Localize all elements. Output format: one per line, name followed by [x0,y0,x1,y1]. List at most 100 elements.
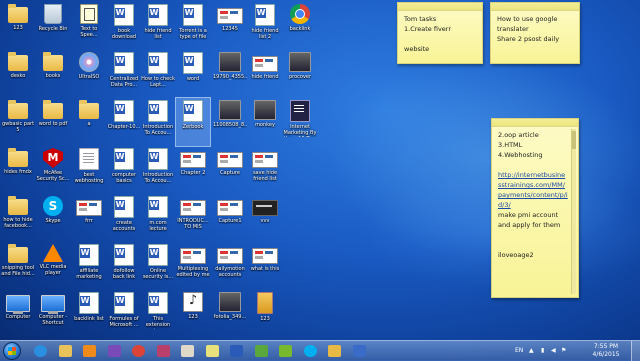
desktop-icon[interactable]: Skype [36,194,70,242]
desktop-icon[interactable]: vvv [248,194,282,242]
show-desktop-button[interactable] [631,341,640,361]
sticky-note-google[interactable]: How to use google translater Share 2 pso… [490,2,580,64]
taskbar-app-button[interactable] [349,342,371,360]
desktop-icon[interactable]: Recycle Bin [36,2,70,50]
sticky-note-text[interactable]: 2.oop article 3.HTML 4.Webhosting http:/… [492,127,578,263]
desktop-icon[interactable]: Introduction To Accou... [141,98,175,146]
desktop-icon[interactable]: snipping tool and File hid... [1,242,35,290]
desktop-icon[interactable]: backlink [283,2,317,50]
taskbar-skype-button[interactable] [300,342,322,360]
sticky-scrollbar[interactable] [571,129,576,294]
desktop-icon[interactable]: monkey [248,98,282,146]
desktop-icon[interactable]: 19790_4355... [213,50,247,98]
desktop-icon[interactable]: 12345 [213,2,247,50]
taskbar-visual-studio-button[interactable] [104,342,126,360]
desktop-icon[interactable]: a [72,98,106,146]
desktop-icon[interactable]: Formules of Microsoft ... [107,290,141,338]
flag-icon[interactable]: ⚑ [561,347,566,354]
desktop-icon[interactable]: hide friend [248,50,282,98]
taskbar-paint-button[interactable] [177,342,199,360]
sticky-note-text[interactable]: Tom tasks 1.Create fiverr website [398,11,482,57]
desktop-icon[interactable]: Centralized Data Pro... [107,50,141,98]
desktop-icon[interactable]: hide friend list [141,2,175,50]
desktop-icon[interactable]: Computer [1,290,35,338]
desktop-icon[interactable]: Introduction To Accou... [141,146,175,194]
desktop-icon[interactable]: gwbasic part 5 [1,98,35,146]
desktop-icon[interactable]: how to hide facebook... [1,194,35,242]
desktop-icon[interactable]: book download [107,2,141,50]
taskbar-word-button[interactable] [226,342,248,360]
scrollbar-thumb[interactable] [572,131,576,149]
desktop-icon[interactable]: hides fmdx [1,146,35,194]
desktop-icon[interactable]: m.com lecture [141,194,175,242]
desktop-icon[interactable]: frrr [72,194,106,242]
sticky-note-titlebar[interactable] [398,3,482,11]
desktop-icon[interactable]: VLC media player [36,242,70,290]
desktop-icon[interactable]: Online security is... [141,242,175,290]
desktop-icon[interactable]: fotolia_349... [213,290,247,338]
taskbar-camtasia-button[interactable] [251,342,273,360]
sticky-note-todo[interactable]: 2.oop article 3.HTML 4.Webhosting http:/… [491,118,579,298]
word-icon [148,4,168,26]
app-icon [352,345,366,357]
desktop-icon[interactable]: Computer - Shortcut [36,290,70,338]
sticky-note-link[interactable]: http://internetbusinesstrainings.com/MM/… [498,171,568,209]
taskbar-slack-button[interactable] [153,342,175,360]
taskbar-media-player-button[interactable] [79,342,101,360]
taskbar-utorrent-button[interactable] [275,342,297,360]
desktop-icon[interactable]: Internet Marketing By the ...10 Tips [283,98,317,146]
desktop-icon[interactable]: McAfee Security Sc... [36,146,70,194]
desktop-icon[interactable]: word to pdf [36,98,70,146]
sticky-note-titlebar[interactable] [491,3,579,11]
taskbar-sticky-button[interactable] [202,342,224,360]
start-button[interactable] [3,342,21,360]
desktop-icon[interactable]: Capture [213,146,247,194]
desktop-icon[interactable]: backlink list [72,290,106,338]
desktop-icon-label: book download [111,28,137,40]
desktop-icon[interactable]: 123 [176,290,210,338]
desktop-icon[interactable]: what is this [248,242,282,290]
desktop-icon[interactable]: Zerbook [175,97,211,147]
language-indicator[interactable]: EN [515,347,523,354]
desktop-icon[interactable]: Torrent is a type of file [176,2,210,50]
desktop-icon[interactable]: Chapter 2 [176,146,210,194]
taskbar-explorer-button[interactable] [55,342,77,360]
desktop-icon[interactable]: best webhosting [72,146,106,194]
desktop-icon[interactable]: Chapter-10... [107,98,141,146]
desktop-icon[interactable]: How to check Lapt... [141,50,175,98]
desktop-icon[interactable]: Capture1 [213,194,247,242]
desktop-icon-label: INTRODUC... TO MIS [177,218,209,230]
desktop-icon[interactable]: word [176,50,210,98]
skype-icon [303,345,317,357]
desktop-icon[interactable]: INTRODUC... TO MIS [176,194,210,242]
taskbar-ie-button[interactable] [30,342,52,360]
taskbar-folder-button[interactable] [324,342,346,360]
sticky-note-text[interactable]: How to use google translater Share 2 pso… [491,11,579,47]
desktop-icon[interactable]: 123 [248,290,282,338]
desktop-icon[interactable]: 11008508_8... [213,98,247,146]
clock[interactable]: 7:55 PM 4/6/2015 [586,343,626,359]
desktop-icon[interactable]: computer basics [107,146,141,194]
desktop-icon[interactable]: create accounts [107,194,141,242]
desktop-icon[interactable]: procover [283,50,317,98]
desktop-icon[interactable]: dailymotion accounts gu... [213,242,247,290]
exe-icon [80,4,98,24]
sticky-note-tasks[interactable]: Tom tasks 1.Create fiverr website [397,2,483,64]
tray-arrow-icon[interactable]: ▲ [529,347,534,354]
word-icon [114,196,134,218]
network-icon[interactable]: ▮ [541,347,544,354]
sticky-note-titlebar[interactable] [492,119,578,127]
desktop-icon[interactable]: 123 [1,2,35,50]
desktop-icon[interactable]: hide friend list 2 [248,2,282,50]
desktop-icon[interactable]: This extension is... [141,290,175,338]
desktop-icon[interactable]: desko [1,50,35,98]
taskbar-chrome-button[interactable] [128,342,150,360]
desktop-icon[interactable]: Text to Spee... [72,2,106,50]
desktop-icon[interactable]: dofollow back link [107,242,141,290]
desktop-icon[interactable]: save hide friend list [248,146,282,194]
desktop-icon[interactable]: affiliate marketing [72,242,106,290]
desktop-icon[interactable]: UltraISO [72,50,106,98]
desktop-icon[interactable]: books [36,50,70,98]
volume-icon[interactable]: ◀ [551,347,556,354]
desktop-icon[interactable]: Multiplexing edited by me [176,242,210,290]
